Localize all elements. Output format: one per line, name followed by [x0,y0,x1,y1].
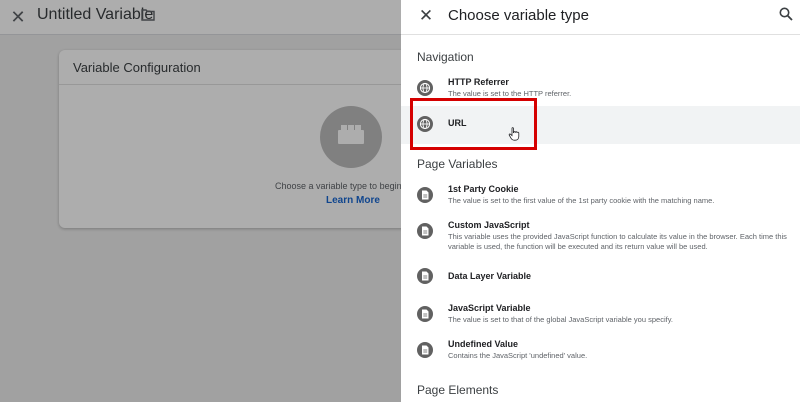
item-name: HTTP Referrer [448,77,509,87]
close-icon[interactable]: ✕ [416,6,436,26]
section-title-page-elements: Page Elements [417,383,499,397]
item-name: Data Layer Variable [448,271,532,281]
globe-icon [417,80,433,96]
item-name: Custom JavaScript [448,220,530,230]
variable-type-data-layer-variable[interactable]: Data Layer Variable [401,263,800,289]
document-icon [417,342,433,358]
item-name: Undefined Value [448,339,519,349]
item-description: This variable uses the provided JavaScri… [448,232,787,251]
document-icon [417,223,433,239]
item-description: The value is set to the first value of t… [448,196,715,205]
document-icon [417,306,433,322]
item-name: 1st Party Cookie [448,184,519,194]
variable-type-1st-party-cookie[interactable]: 1st Party Cookie The value is set to the… [401,178,800,212]
document-icon [417,187,433,203]
document-icon [417,268,433,284]
item-description: Contains the JavaScript 'undefined' valu… [448,351,588,360]
variable-type-custom-javascript[interactable]: Custom JavaScript This variable uses the… [401,214,800,258]
section-title-navigation: Navigation [417,50,474,64]
highlight-annotation-box [410,98,537,150]
panel-title: Choose variable type [448,7,589,24]
item-name: JavaScript Variable [448,303,531,313]
hand-cursor-icon [508,127,520,141]
section-title-page-variables: Page Variables [417,157,498,171]
panel-header: ✕ Choose variable type [401,0,800,35]
variable-type-undefined-value[interactable]: Undefined Value Contains the JavaScript … [401,333,800,367]
variable-type-javascript-variable[interactable]: JavaScript Variable The value is set to … [401,297,800,331]
search-icon[interactable] [779,7,793,21]
choose-variable-type-panel: ✕ Choose variable type Navigation HTTP R… [401,0,800,402]
item-description: The value is set to that of the global J… [448,315,673,324]
